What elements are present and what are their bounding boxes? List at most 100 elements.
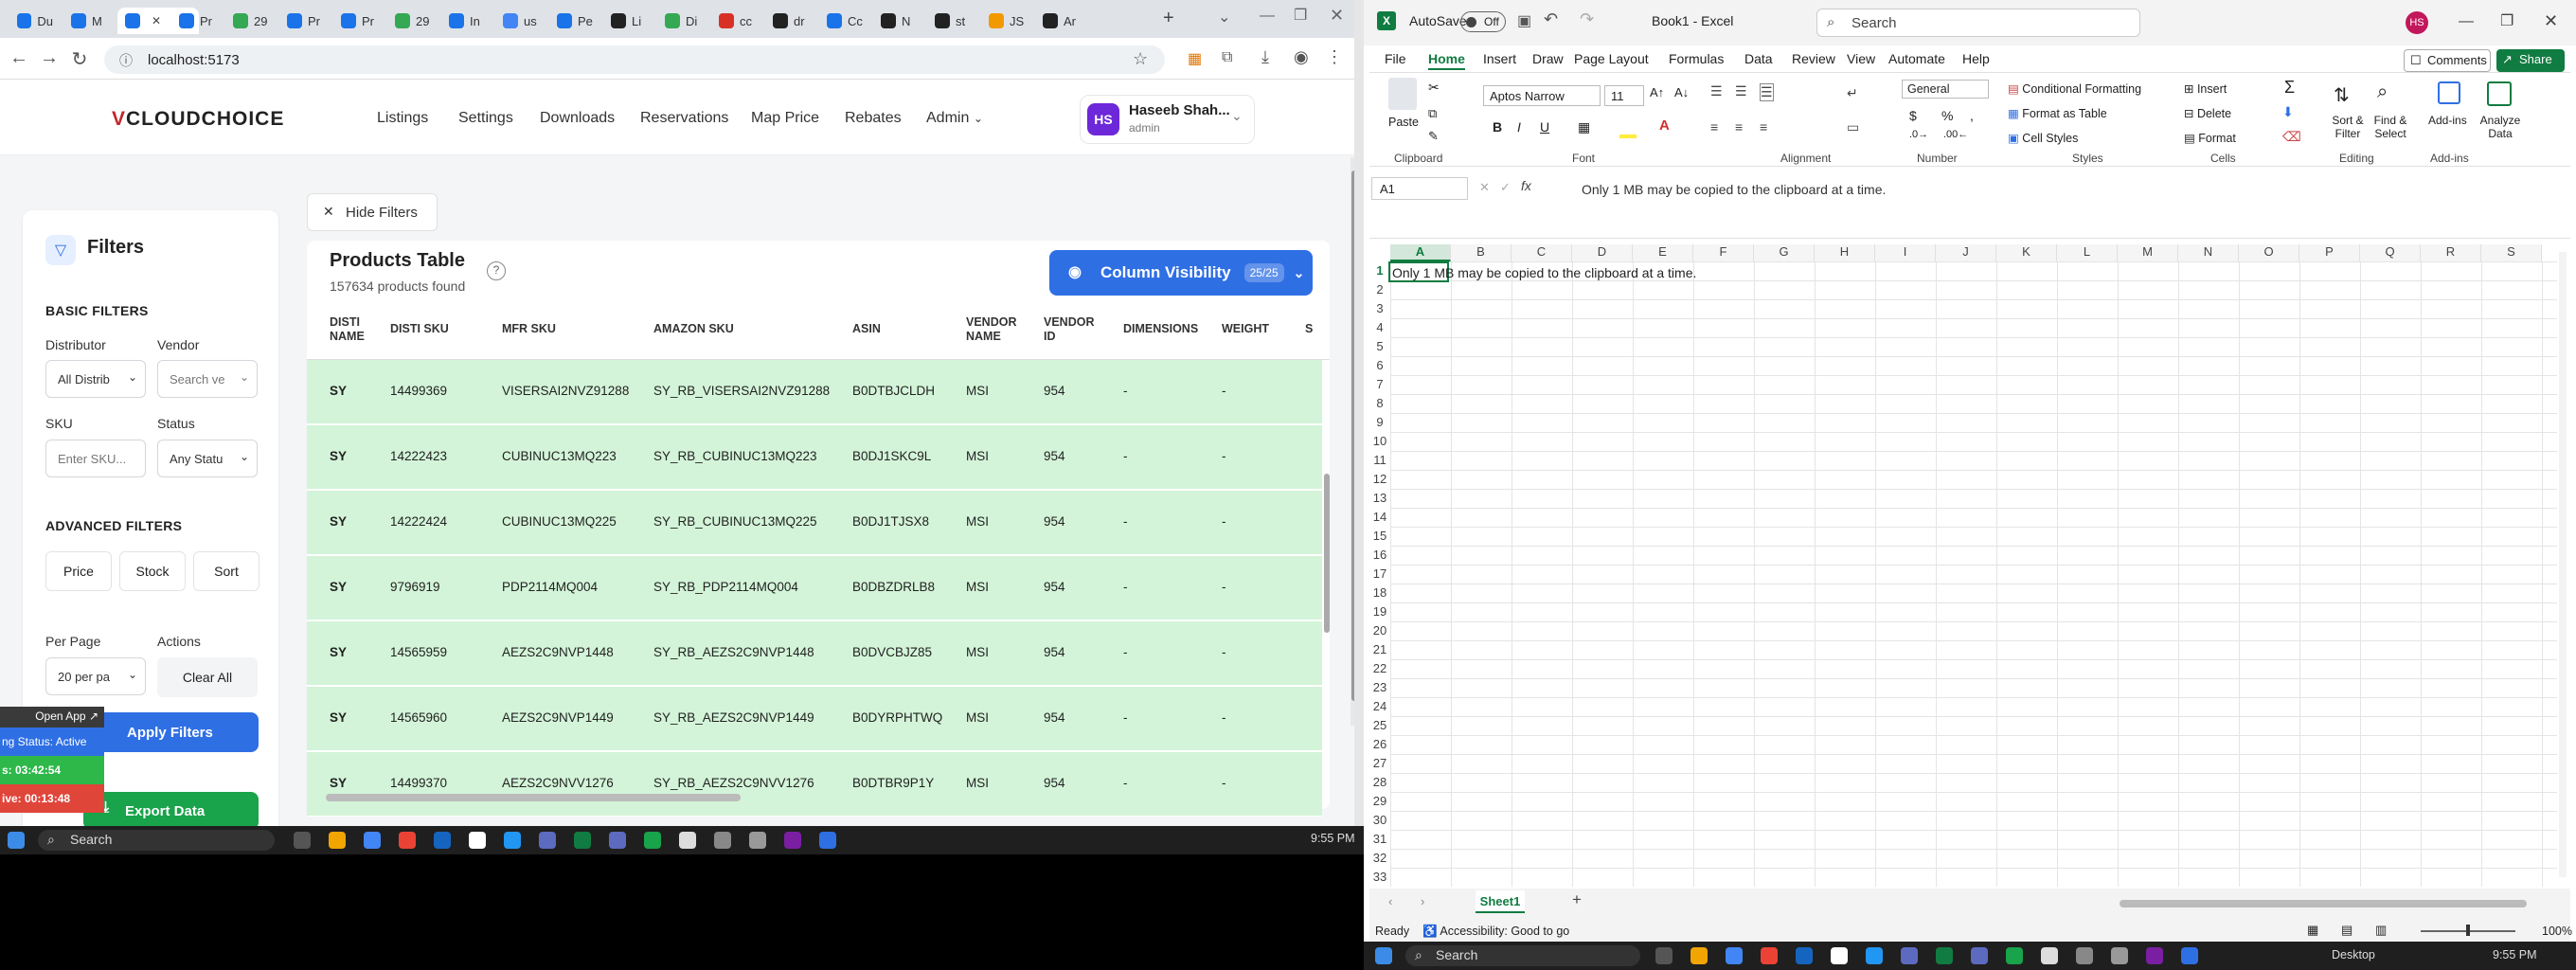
- apply-filters-button[interactable]: Apply Filters: [83, 712, 259, 752]
- excel-menu-draw[interactable]: Draw: [1532, 51, 1564, 66]
- desktop-label[interactable]: Desktop: [2332, 948, 2375, 961]
- sheet-prev-icon[interactable]: ‹: [1388, 894, 1392, 908]
- close-window-icon[interactable]: ✕: [1330, 6, 1344, 26]
- per-page-select[interactable]: 20 per pa ⌄: [45, 657, 146, 695]
- open-app-button[interactable]: Open App ↗: [0, 707, 104, 728]
- cell-grid[interactable]: [1390, 261, 2557, 887]
- align-middle-icon[interactable]: ☰: [1735, 83, 1747, 99]
- browser-tab[interactable]: Pr: [279, 8, 331, 34]
- excel-horizontal-scrollbar[interactable]: [2120, 900, 2527, 907]
- taskbar-app-icon[interactable]: [679, 832, 696, 849]
- row-header[interactable]: 25: [1369, 718, 1390, 732]
- maximize-icon[interactable]: ❐: [1294, 6, 1307, 25]
- column-header[interactable]: I: [1875, 244, 1936, 261]
- taskbar-app-icon[interactable]: [819, 832, 836, 849]
- browser-tab[interactable]: 29: [387, 8, 438, 34]
- browser-tab[interactable]: Pr: [171, 8, 223, 34]
- increase-decimal-icon[interactable]: .0→: [1909, 129, 1928, 140]
- browser-tab[interactable]: Pr: [333, 8, 385, 34]
- hide-filters-button[interactable]: ✕ Hide Filters: [307, 193, 438, 231]
- format-cells-button[interactable]: ▤ Format: [2184, 131, 2236, 145]
- table-row[interactable]: SY 14565960 AEZS2C9NVP1449 SY_RB_AEZS2C9NVP…: [307, 687, 1322, 751]
- browser-tab[interactable]: JS: [981, 8, 1032, 34]
- row-header[interactable]: 31: [1369, 832, 1390, 846]
- format-painter-icon[interactable]: ✎: [1428, 129, 1439, 144]
- bold-icon[interactable]: B: [1493, 119, 1502, 135]
- confirm-entry-icon[interactable]: ✓: [1500, 180, 1511, 195]
- row-header[interactable]: 24: [1369, 699, 1390, 713]
- share-button[interactable]: ↗ Share: [2496, 49, 2565, 72]
- column-header[interactable]: H: [1815, 244, 1875, 261]
- percent-icon[interactable]: %: [1941, 108, 1953, 123]
- windows-start-icon[interactable]: [8, 832, 25, 849]
- excel-close-icon[interactable]: ✕: [2544, 11, 2558, 31]
- excel-menu-view[interactable]: View: [1847, 51, 1875, 66]
- column-header[interactable]: K: [1996, 244, 2057, 261]
- taskbar-app-icon[interactable]: [609, 832, 626, 849]
- table-row[interactable]: SY 9796919 PDP2114MQ004 SY_RB_PDP2114MQ004 B…: [307, 556, 1322, 620]
- taskbar-app-icon[interactable]: [574, 832, 591, 849]
- column-header[interactable]: M: [2118, 244, 2178, 261]
- taskbar-app-icon[interactable]: [1901, 947, 1918, 964]
- extension-icon[interactable]: ▦: [1188, 49, 1202, 68]
- taskbar-app-icon[interactable]: [714, 832, 731, 849]
- normal-view-icon[interactable]: ▦: [2307, 923, 2318, 938]
- row-header[interactable]: 4: [1369, 320, 1390, 334]
- delete-cells-button[interactable]: ⊟ Delete: [2184, 106, 2231, 120]
- row-header[interactable]: 9: [1369, 415, 1390, 429]
- browser-tab[interactable]: us: [495, 8, 546, 34]
- column-header[interactable]: R: [2421, 244, 2481, 261]
- table-row[interactable]: SY 14222424 CUBINUC13MQ225 SY_RB_CUBINUC13M…: [307, 491, 1322, 555]
- cell-styles-button[interactable]: ▣ Cell Styles: [2008, 131, 2078, 145]
- browser-tab[interactable]: dr: [765, 8, 816, 34]
- taskbar-app-icon[interactable]: [1831, 947, 1848, 964]
- taskbar-app-icon[interactable]: [2181, 947, 2198, 964]
- excel-menu-home[interactable]: Home: [1428, 51, 1465, 70]
- cancel-entry-icon[interactable]: ✕: [1479, 180, 1490, 195]
- column-header[interactable]: F: [1693, 244, 1754, 261]
- name-box[interactable]: A1: [1371, 177, 1468, 200]
- row-header[interactable]: 1: [1369, 263, 1390, 278]
- font-name-select[interactable]: Aptos Narrow: [1483, 85, 1601, 106]
- row-header[interactable]: 14: [1369, 510, 1390, 524]
- browser-tab[interactable]: M: [63, 8, 115, 34]
- table-row[interactable]: SY 14499369 VISERSAI2NVZ91288 SY_RB_VISERSA…: [307, 360, 1322, 424]
- conditional-formatting-button[interactable]: ▤ Conditional Formatting: [2008, 81, 2141, 96]
- nav-admin[interactable]: Admin ⌄: [926, 110, 983, 127]
- page-break-view-icon[interactable]: ▥: [2375, 923, 2387, 938]
- column-header[interactable]: DISTI NAME: [330, 315, 386, 344]
- nav-reservations[interactable]: Reservations: [640, 110, 728, 127]
- taskbar-app-icon[interactable]: [1761, 947, 1778, 964]
- grow-font-icon[interactable]: A↑: [1650, 85, 1664, 99]
- row-header[interactable]: 23: [1369, 680, 1390, 694]
- redo-icon[interactable]: ↷: [1580, 9, 1594, 29]
- browser-tab[interactable]: 29: [225, 8, 277, 34]
- new-tab-icon[interactable]: +: [1163, 8, 1174, 29]
- add-sheet-icon[interactable]: +: [1572, 890, 1582, 909]
- tab-search-icon[interactable]: ⌄: [1218, 8, 1230, 27]
- row-header[interactable]: 6: [1369, 358, 1390, 372]
- column-header[interactable]: ASIN: [852, 322, 985, 336]
- taskbar-app-icon[interactable]: [1726, 947, 1743, 964]
- analyze-data-button[interactable]: Analyze Data: [2479, 114, 2521, 140]
- number-format-select[interactable]: General: [1902, 80, 1989, 99]
- insert-cells-button[interactable]: ⊞ Insert: [2184, 81, 2227, 96]
- row-header[interactable]: 22: [1369, 661, 1390, 675]
- excel-menu-insert[interactable]: Insert: [1483, 51, 1516, 66]
- vendor-search-input[interactable]: Search ve ⌄: [157, 360, 258, 398]
- row-header[interactable]: 17: [1369, 566, 1390, 581]
- url-field[interactable]: ⓘ localhost:5173: [104, 45, 1165, 74]
- export-data-button[interactable]: ⤓ Export Data: [83, 792, 259, 830]
- taskbar-app-icon[interactable]: [399, 832, 416, 849]
- row-header[interactable]: 28: [1369, 775, 1390, 789]
- excel-menu-review[interactable]: Review: [1792, 51, 1835, 66]
- taskbar-app-icon[interactable]: [2076, 947, 2093, 964]
- column-header[interactable]: L: [2057, 244, 2118, 261]
- reload-icon[interactable]: ↻: [68, 47, 91, 71]
- row-header[interactable]: 16: [1369, 548, 1390, 562]
- row-header[interactable]: 30: [1369, 813, 1390, 827]
- page-layout-view-icon[interactable]: ▤: [2341, 923, 2352, 938]
- row-header[interactable]: 33: [1369, 870, 1390, 884]
- addins-button[interactable]: Add-ins: [2428, 114, 2467, 127]
- sort-filter-button[interactable]: Sort: [193, 551, 259, 591]
